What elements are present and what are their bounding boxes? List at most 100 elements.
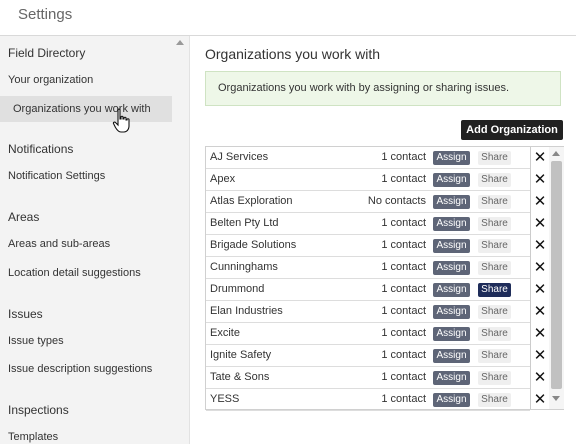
organization-row[interactable]: Atlas Exploration No contacts Assign Share ✕ (206, 191, 546, 213)
assign-button[interactable]: Assign (433, 239, 470, 253)
section-heading-inspections: Inspections (8, 403, 69, 417)
sidebar-scroll-up-icon[interactable] (176, 40, 184, 45)
organization-name: YESS (210, 393, 240, 405)
organization-row[interactable]: Elan Industries 1 contact Assign Share ✕ (206, 301, 546, 323)
sidebar-item-areas-and-sub-areas[interactable]: Areas and sub-areas (0, 231, 172, 257)
list-scrollbar[interactable] (549, 147, 564, 409)
remove-icon[interactable]: ✕ (533, 236, 547, 256)
sidebar-item-notification-settings[interactable]: Notification Settings (0, 163, 172, 189)
share-toggle[interactable]: Share (478, 195, 511, 209)
sidebar-item-templates[interactable]: Templates (0, 424, 172, 444)
column-divider (530, 147, 531, 409)
assign-button[interactable]: Assign (433, 349, 470, 363)
remove-icon[interactable]: ✕ (533, 148, 547, 168)
share-toggle[interactable]: Share (478, 173, 511, 187)
section-heading-field-directory: Field Directory (8, 46, 86, 60)
sidebar: Field Directory Your organization Organi… (0, 36, 190, 444)
contact-count: 1 contact (381, 393, 426, 405)
organization-name: Tate & Sons (210, 371, 270, 383)
contact-count: No contacts (367, 195, 426, 207)
assign-button[interactable]: Assign (433, 217, 470, 231)
share-toggle[interactable]: Share (478, 151, 511, 165)
contact-count: 1 contact (381, 349, 426, 361)
top-bar: Settings (0, 0, 576, 36)
share-toggle[interactable]: Share (478, 239, 511, 253)
assign-button[interactable]: Assign (433, 283, 470, 297)
remove-icon[interactable]: ✕ (533, 302, 547, 322)
organizations-list: AJ Services 1 contact Assign Share ✕ Apex 1 co… (205, 146, 564, 411)
remove-icon[interactable]: ✕ (533, 324, 547, 344)
share-toggle[interactable]: Share (478, 327, 511, 341)
sidebar-item-issue-types[interactable]: Issue types (0, 328, 172, 354)
assign-button[interactable]: Assign (433, 195, 470, 209)
sidebar-item-location-detail-suggestions[interactable]: Location detail suggestions (0, 260, 172, 286)
contact-count: 1 contact (381, 217, 426, 229)
assign-button[interactable]: Assign (433, 151, 470, 165)
section-heading-notifications: Notifications (8, 142, 74, 156)
share-toggle[interactable]: Share (478, 371, 511, 385)
organization-name: Elan Industries (210, 305, 283, 317)
share-toggle[interactable]: Share (478, 283, 511, 297)
organization-row[interactable]: Drummond 1 contact Assign Share ✕ (206, 279, 546, 301)
contact-count: 1 contact (381, 261, 426, 273)
organization-row[interactable]: Tate & Sons 1 contact Assign Share ✕ (206, 367, 546, 389)
assign-button[interactable]: Assign (433, 327, 470, 341)
organization-row[interactable]: Ignite Safety 1 contact Assign Share ✕ (206, 345, 546, 367)
share-toggle[interactable]: Share (478, 261, 511, 275)
organization-row[interactable]: Brigade Solutions 1 contact Assign Share ✕ (206, 235, 546, 257)
organization-name: Atlas Exploration (210, 195, 293, 207)
contact-count: 1 contact (381, 327, 426, 339)
organization-name: Belten Pty Ltd (210, 217, 279, 229)
hand-cursor-icon (112, 108, 130, 133)
assign-button[interactable]: Assign (433, 371, 470, 385)
scroll-down-icon[interactable] (552, 396, 560, 401)
assign-button[interactable]: Assign (433, 393, 470, 407)
organization-name: AJ Services (210, 151, 269, 163)
contact-count: 1 contact (381, 371, 426, 383)
share-toggle[interactable]: Share (478, 305, 511, 319)
share-toggle[interactable]: Share (478, 217, 511, 231)
assign-button[interactable]: Assign (433, 173, 470, 187)
remove-icon[interactable]: ✕ (533, 170, 547, 190)
info-banner: Organizations you work with by assigning… (205, 71, 561, 106)
share-toggle[interactable]: Share (478, 393, 511, 407)
organization-name: Ignite Safety (210, 349, 272, 361)
contact-count: 1 contact (381, 283, 426, 295)
remove-icon[interactable]: ✕ (533, 214, 547, 234)
contact-count: 1 contact (381, 239, 426, 251)
organization-row[interactable]: AJ Services 1 contact Assign Share ✕ (206, 147, 546, 169)
share-toggle[interactable]: Share (478, 349, 511, 363)
sidebar-item-your-organization[interactable]: Your organization (0, 67, 172, 93)
contact-count: 1 contact (381, 151, 426, 163)
remove-icon[interactable]: ✕ (533, 346, 547, 366)
organization-row[interactable]: YESS 1 contact Assign Share ✕ (206, 389, 546, 411)
remove-icon[interactable]: ✕ (533, 258, 547, 278)
organization-name: Apex (210, 173, 236, 185)
organization-name: Cunninghams (210, 261, 278, 273)
remove-icon[interactable]: ✕ (533, 280, 547, 300)
organization-row[interactable]: Cunninghams 1 contact Assign Share ✕ (206, 257, 546, 279)
sidebar-item-organizations-you-work-with[interactable]: Organizations you work with (0, 96, 172, 122)
organization-row[interactable]: Apex 1 contact Assign Share ✕ (206, 169, 546, 191)
scroll-up-icon[interactable] (552, 151, 560, 156)
remove-icon[interactable]: ✕ (533, 390, 547, 410)
page-title: Settings (18, 6, 73, 23)
section-heading-issues: Issues (8, 307, 43, 321)
main-panel: Organizations you work with Organization… (191, 36, 576, 444)
organization-row[interactable]: Belten Pty Ltd 1 contact Assign Share ✕ (206, 213, 546, 235)
organization-name: Excite (210, 327, 240, 339)
organization-name: Brigade Solutions (210, 239, 297, 251)
assign-button[interactable]: Assign (433, 305, 470, 319)
organization-name: Drummond (210, 283, 265, 295)
main-title: Organizations you work with (205, 46, 381, 62)
section-heading-areas: Areas (8, 210, 40, 224)
assign-button[interactable]: Assign (433, 261, 470, 275)
scroll-thumb[interactable] (551, 161, 562, 389)
add-organization-button[interactable]: Add Organization (461, 120, 563, 140)
remove-icon[interactable]: ✕ (533, 368, 547, 388)
remove-icon[interactable]: ✕ (533, 192, 547, 212)
sidebar-item-issue-description-suggestions[interactable]: Issue description suggestions (0, 356, 172, 382)
organization-row[interactable]: Excite 1 contact Assign Share ✕ (206, 323, 546, 345)
contact-count: 1 contact (381, 305, 426, 317)
contact-count: 1 contact (381, 173, 426, 185)
